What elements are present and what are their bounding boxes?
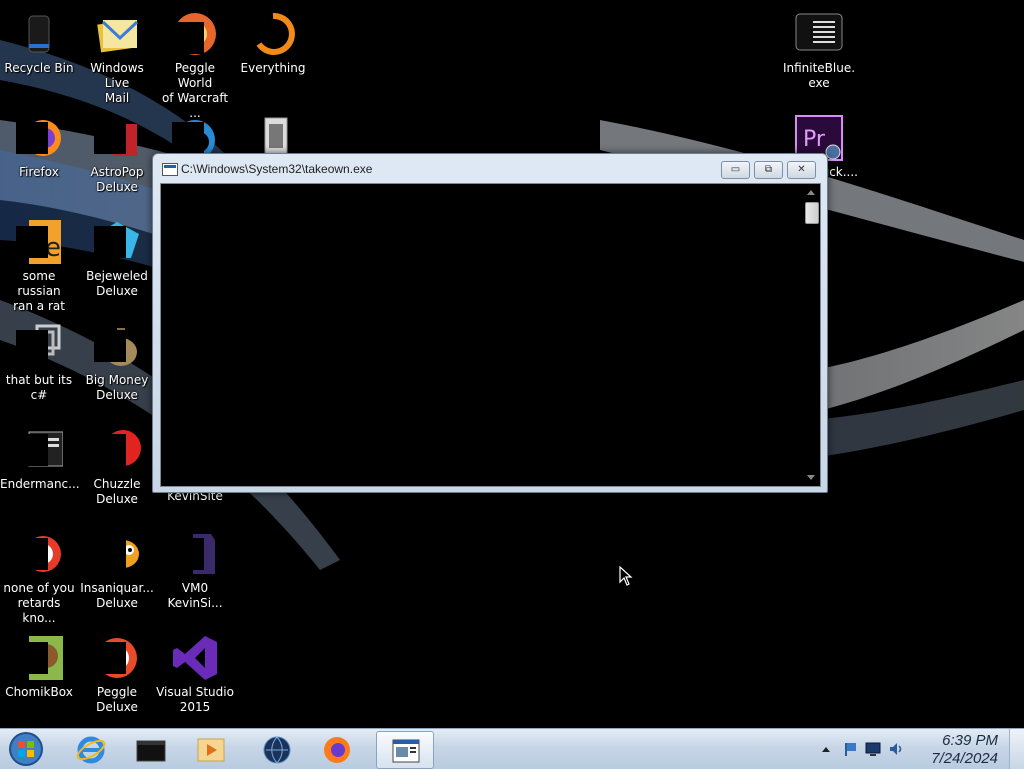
icon-label: none of you retards kno... <box>3 581 75 625</box>
icon-label: Windows Live Mail <box>90 61 144 105</box>
taskbar-item-firefox[interactable] <box>308 731 364 767</box>
console-window[interactable]: C:\Windows\System32\takeown.exe ▭ ⧉ ✕ <box>152 153 828 493</box>
icon-label: Bejeweled Deluxe <box>86 269 148 298</box>
action-center-flag-icon[interactable] <box>842 741 858 757</box>
icon-label: Insaniquar... Deluxe <box>80 581 154 610</box>
globe-icon <box>263 736 291 764</box>
redaction-box <box>16 642 48 674</box>
clock-date[interactable]: 7/24/2024 <box>898 750 998 767</box>
media-player-icon <box>197 738 225 762</box>
console-app-icon <box>162 163 178 176</box>
redaction-box <box>172 538 204 570</box>
clock-time[interactable]: 6:39 PM <box>898 732 998 749</box>
desktop-icon-everything[interactable]: Everything <box>234 4 312 100</box>
mail-icon <box>97 19 139 53</box>
scrollbar-thumb[interactable] <box>805 202 819 224</box>
redaction-box <box>16 226 48 258</box>
taskbar-item-media-player[interactable] <box>182 731 238 767</box>
redaction-box <box>94 226 126 258</box>
redaction-box <box>16 330 48 362</box>
internet-explorer-icon <box>76 736 106 764</box>
icon-label: Endermanc... <box>0 477 80 491</box>
icon-label: ChomikBox <box>5 685 73 699</box>
network-icon[interactable] <box>865 741 881 757</box>
scroll-up-arrow-icon[interactable] <box>807 190 815 195</box>
desktop-icon-chuzzle-deluxe[interactable]: Chuzzle Deluxe <box>78 420 156 516</box>
icon-label: Visual Studio 2015 <box>156 685 234 714</box>
desktop-icon-astropop-deluxe[interactable]: AstroPop Deluxe <box>78 108 156 204</box>
close-button[interactable]: ✕ <box>787 161 816 179</box>
desktop-icon-firefox[interactable]: Firefox <box>0 108 78 204</box>
redaction-box <box>94 434 126 466</box>
scroll-down-arrow-icon[interactable] <box>807 475 815 480</box>
everything-search-icon <box>256 12 295 55</box>
firefox-icon <box>324 737 350 763</box>
show-desktop-button[interactable] <box>1009 729 1024 769</box>
icon-label: Peggle Deluxe <box>96 685 138 714</box>
vertical-scrollbar[interactable] <box>804 184 820 486</box>
redaction-box <box>94 330 126 362</box>
desktop-icon-endermanc[interactable]: Endermanc... <box>0 420 80 516</box>
desktop-icon-insaniquarium-deluxe[interactable]: Insaniquar... Deluxe <box>78 524 156 620</box>
console-output-area[interactable] <box>160 183 821 487</box>
taskbar-item-takeown-console[interactable] <box>376 731 434 769</box>
icon-label: that but its c# <box>5 373 73 402</box>
visual-studio-icon <box>173 636 217 680</box>
desktop-icon-peggle-world-of-warcraft[interactable]: Peggle World of Warcraft ... <box>156 4 234 120</box>
icon-label: Recycle Bin <box>4 61 74 75</box>
taskbar-item-globe-app[interactable] <box>248 731 304 767</box>
desktop-icon-vm0-kevinsite[interactable]: VM0 KevinSi... <box>156 524 234 620</box>
redaction-box <box>172 122 204 154</box>
redaction-box <box>172 22 204 54</box>
redaction-box <box>16 434 48 466</box>
taskbar: 6:39 PM 7/24/2024 <box>0 728 1024 769</box>
recycle-bin-icon <box>28 15 50 53</box>
icon-label: some russian ran a rat <box>13 269 65 313</box>
desktop-icon-none-of-you[interactable]: none of you retards kno... <box>0 524 78 625</box>
taskbar-item-cmd-window[interactable] <box>122 731 178 767</box>
svg-text:Pr: Pr <box>803 127 826 152</box>
icon-label: AstroPop Deluxe <box>90 165 144 194</box>
redaction-box <box>94 642 126 674</box>
icon-label: Chuzzle Deluxe <box>93 477 141 506</box>
icon-label: Everything <box>240 61 306 75</box>
icon-label: VM0 KevinSi... <box>167 581 223 610</box>
system-tray: 6:39 PM 7/24/2024 <box>816 729 1024 769</box>
desktop-icon-chomikbox[interactable]: ChomikBox <box>0 628 78 724</box>
minimize-button[interactable]: ▭ <box>721 161 750 179</box>
mouse-cursor-icon <box>619 566 633 586</box>
icon-label: InfiniteBlue.exe <box>782 61 856 90</box>
redaction-box <box>94 538 126 570</box>
console-app-icon <box>795 13 843 51</box>
start-button-windows-orb-icon[interactable] <box>6 731 46 767</box>
desktop-icon-windows-live-mail[interactable]: Windows Live Mail <box>78 4 156 105</box>
redaction-box <box>94 122 126 154</box>
show-hidden-icons-chevron-icon[interactable] <box>821 745 831 755</box>
desktop-icon-peggle-deluxe[interactable]: Peggle Deluxe <box>78 628 156 724</box>
redaction-box <box>16 122 48 154</box>
desktop-icon-big-money-deluxe[interactable]: Big Money Deluxe <box>78 316 156 412</box>
desktop[interactable]: Recycle Bin Firefox e some russian ran a… <box>0 0 1024 728</box>
redaction-box <box>16 538 48 570</box>
desktop-icon-visual-studio-2015[interactable]: Visual Studio 2015 <box>156 628 234 724</box>
desktop-icon-infiniteblue-exe[interactable]: InfiniteBlue.exe <box>780 4 858 100</box>
console-app-icon <box>392 739 420 763</box>
desktop-icon-bejeweled-deluxe[interactable]: Bejeweled Deluxe <box>78 212 156 308</box>
window-title: C:\Windows\System32\takeown.exe <box>181 162 373 176</box>
taskbar-item-internet-explorer[interactable] <box>62 731 118 767</box>
desktop-icon-some-russian-ran-a-rat[interactable]: e some russian ran a rat <box>0 212 78 313</box>
desktop-icon-recycle-bin[interactable]: Recycle Bin <box>0 4 78 100</box>
console-icon <box>136 740 166 762</box>
icon-label: Big Money Deluxe <box>85 373 149 402</box>
icon-label: Firefox <box>19 165 59 179</box>
maximize-button[interactable]: ⧉ <box>754 161 783 179</box>
desktop-icon-that-but-its-csharp[interactable]: that but its c# <box>0 316 78 412</box>
